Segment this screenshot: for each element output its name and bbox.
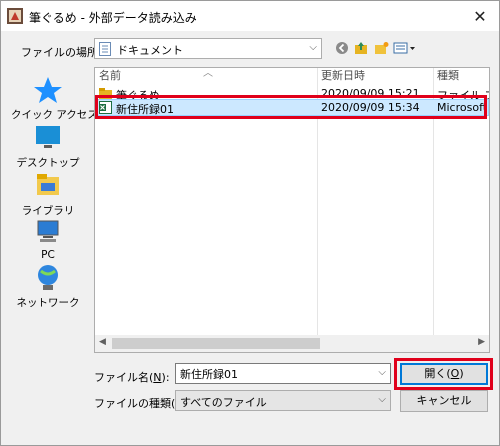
quick-access-star-icon: [34, 77, 62, 103]
places-bar: クイック アクセス デスクトップ ライブラリ PC ネットワーク: [11, 67, 98, 311]
place-quick-access[interactable]: クイック アクセス: [11, 75, 98, 122]
filename-input[interactable]: [176, 364, 356, 383]
chevron-down-icon: ⌵: [309, 42, 317, 53]
new-folder-icon: [375, 42, 389, 54]
column-header-modified[interactable]: 更新日時: [317, 68, 433, 86]
filetype-dropdown[interactable]: すべてのファイル ⌵: [175, 390, 391, 411]
desktop-icon: [36, 126, 60, 148]
close-icon: ✕: [473, 6, 487, 26]
file-open-dialog: 筆ぐるめ - 外部データ読み込み ✕ ファイルの場所(I): ドキュメント ⌵: [0, 0, 500, 446]
network-icon: [38, 265, 58, 290]
title-bar: 筆ぐるめ - 外部データ読み込み ✕: [1, 1, 499, 31]
place-label: ライブラリ: [21, 205, 75, 217]
place-pc[interactable]: PC: [11, 217, 85, 261]
filename-label: ファイル名(N):: [94, 371, 170, 384]
navigation-toolbar: [333, 39, 417, 57]
place-label: PC: [41, 249, 55, 261]
back-button[interactable]: [333, 40, 350, 57]
place-label: デスクトップ: [16, 157, 80, 169]
close-button[interactable]: ✕: [467, 5, 493, 27]
file-type: Microsoft E: [437, 101, 489, 114]
filename-combo[interactable]: ⌵: [175, 363, 391, 384]
file-row-selected[interactable]: 新住所録01 2020/09/09 15:34 Microsoft E: [95, 99, 489, 116]
horizontal-scrollbar[interactable]: ◀ ▶: [95, 335, 489, 352]
place-label: クイック アクセス: [11, 109, 98, 121]
window-title: 筆ぐるめ - 外部データ読み込み: [29, 11, 197, 25]
chevron-down-icon: ⌵: [378, 394, 386, 405]
place-library[interactable]: ライブラリ: [11, 171, 85, 218]
file-name: 新住所録01: [116, 103, 174, 116]
documents-icon: [99, 42, 111, 56]
chevron-down-icon[interactable]: ⌵: [378, 367, 386, 378]
scroll-right-icon[interactable]: ▶: [478, 337, 485, 347]
scrollbar-thumb[interactable]: [112, 338, 320, 349]
look-in-dropdown[interactable]: ドキュメント ⌵: [94, 38, 322, 59]
view-menu-icon: [393, 42, 415, 54]
place-desktop[interactable]: デスクトップ: [11, 123, 85, 170]
file-list[interactable]: ︿ 名前 更新日時 種類 筆ぐるめ 2020/09/09 15:21 ファイル …: [94, 67, 490, 353]
new-folder-button[interactable]: [373, 40, 390, 57]
view-menu-button[interactable]: [393, 40, 417, 57]
place-label: ネットワーク: [16, 297, 80, 309]
file-modified: 2020/09/09 15:34: [321, 101, 420, 114]
library-icon: [37, 174, 59, 195]
up-folder-button[interactable]: [353, 40, 370, 57]
app-icon: [7, 8, 23, 24]
open-button[interactable]: 開く(O): [400, 363, 488, 385]
pc-icon: [37, 220, 59, 242]
cancel-button[interactable]: キャンセル: [400, 390, 488, 412]
excel-file-icon: [99, 101, 112, 114]
up-folder-icon: [355, 42, 367, 54]
look-in-value: ドキュメント: [117, 44, 183, 57]
filetype-value: すべてのファイル: [180, 396, 267, 409]
column-header-name[interactable]: 名前: [95, 68, 317, 86]
scroll-left-icon[interactable]: ◀: [99, 337, 106, 347]
back-icon: [335, 42, 348, 54]
place-network[interactable]: ネットワーク: [11, 263, 85, 310]
column-header-type[interactable]: 種類: [433, 68, 489, 86]
